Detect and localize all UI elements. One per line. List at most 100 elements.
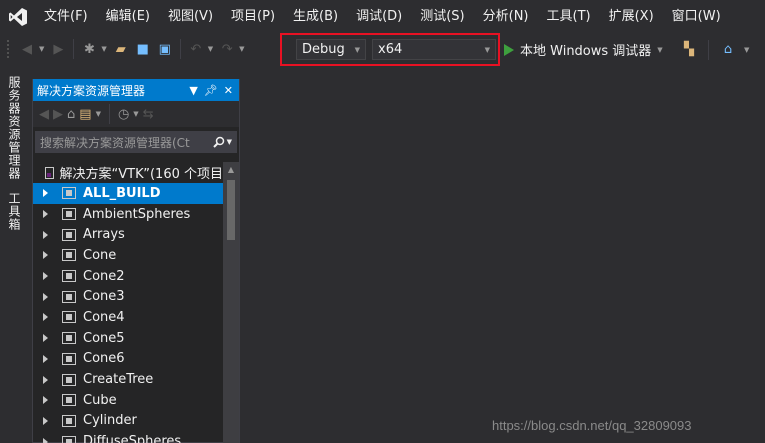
sync-with-active-document-icon[interactable]: ⇆ [143,107,154,122]
open-folder-icon[interactable]: ▰ [112,38,130,60]
menu-item[interactable]: 项目(P) [222,0,284,33]
new-project-dropdown-icon[interactable]: ▼ [101,45,106,53]
menu-item[interactable]: 窗口(W) [663,0,730,33]
tree-item[interactable]: Arrays [33,224,223,245]
cpp-project-icon [62,208,76,221]
toolbar-separator [108,104,110,124]
tree-item[interactable]: DiffuseSpheres [33,431,223,443]
search-placeholder: 搜索解决方案资源管理器(Ct [40,135,190,150]
undo-dropdown-icon[interactable]: ▼ [208,45,213,53]
tree-item-label: Cone [83,247,117,263]
expand-arrow-icon[interactable] [43,375,48,384]
menu-item[interactable]: 分析(N) [474,0,538,33]
solution-explorer-titlebar[interactable]: 解决方案资源管理器 ▼ 📌︎ ✕ [33,79,239,101]
redo-icon[interactable]: ↷ [218,38,236,60]
back-icon[interactable]: ◀ [39,107,49,122]
chevron-down-icon: ▼ [354,45,360,54]
scroll-up-icon[interactable]: ▲ [223,162,239,176]
menu-item[interactable]: 生成(B) [284,0,347,33]
expand-arrow-icon[interactable] [43,313,48,322]
menu-item[interactable]: 扩展(X) [600,0,663,33]
menu-item[interactable]: 编辑(E) [97,0,159,33]
close-icon[interactable]: ✕ [224,84,233,97]
tree-item[interactable]: CreateTree [33,369,223,390]
expand-arrow-icon[interactable] [43,189,48,198]
tree-item[interactable]: Cylinder [33,411,223,432]
solution-search-input[interactable]: 搜索解决方案资源管理器(Ct ▼ [35,131,237,153]
browser-link-icon[interactable]: ⌂ [719,39,737,61]
expand-arrow-icon[interactable] [43,210,48,219]
expand-arrow-icon[interactable] [43,251,48,260]
tree-item[interactable]: Cone6 [33,349,223,370]
tree-item[interactable]: Cone3 [33,286,223,307]
tree-item[interactable]: Cone [33,245,223,266]
cpp-project-icon [62,311,76,324]
chevron-down-icon[interactable]: ▼ [657,46,662,54]
expand-arrow-icon[interactable] [43,396,48,405]
expand-arrow-icon[interactable] [43,416,48,425]
menu-item[interactable]: 文件(F) [36,0,97,33]
configuration-select[interactable]: Debug ▼ [296,39,366,60]
panel-title: 解决方案资源管理器 [37,83,146,98]
tree-item-label: DiffuseSpheres [83,434,182,443]
window-position-icon[interactable]: ▼ [189,84,197,97]
back-dropdown-icon[interactable]: ▼ [39,45,44,53]
tree-item-label: Arrays [83,227,125,243]
home-icon[interactable]: ⌂ [67,107,75,122]
search-icon[interactable]: ▼ [212,136,232,148]
tree-item[interactable]: Cone4 [33,307,223,328]
solution-icon [45,166,54,179]
tree-item[interactable]: ALL_BUILD [33,183,223,204]
undo-icon[interactable]: ↶ [187,38,205,60]
tree-item[interactable]: Cube [33,390,223,411]
cpp-project-icon [62,394,76,407]
scrollbar-thumb[interactable] [227,180,235,240]
cpp-project-icon [62,270,76,283]
toolbar-separator [73,39,75,59]
save-icon[interactable]: ■ [134,38,152,60]
visual-studio-logo-icon [0,0,36,33]
switch-views-icon[interactable]: ▤ [79,107,91,122]
redo-dropdown-icon[interactable]: ▼ [239,45,244,53]
expand-arrow-icon[interactable] [43,334,48,343]
tree-item-label: ALL_BUILD [83,185,161,201]
expand-arrow-icon[interactable] [43,437,48,443]
toolbar-options-icon[interactable]: ▼ [744,46,749,54]
vertical-scrollbar[interactable]: ▲ [223,162,239,443]
back-icon[interactable]: ◀ [18,38,36,60]
menu-item[interactable]: 测试(S) [411,0,473,33]
solution-tree: 解决方案“VTK”(160 个项目 ALL_BUILD AmbientSphere… [33,162,223,443]
menu-item[interactable]: 视图(V) [159,0,222,33]
tree-item-label: Cone5 [83,330,125,346]
tree-item[interactable]: Cone2 [33,266,223,287]
toolbar-grip[interactable] [6,39,10,59]
tab-toolbox[interactable]: 工具箱 [6,192,23,231]
expand-arrow-icon[interactable] [43,292,48,301]
solution-root[interactable]: 解决方案“VTK”(160 个项目 [33,162,223,183]
tree-item-label: Cone2 [83,268,125,284]
new-project-icon[interactable]: ✱ [80,38,98,60]
pin-icon[interactable]: 📌︎ [204,84,218,97]
menu-item[interactable]: 调试(D) [347,0,411,33]
expand-arrow-icon[interactable] [43,272,48,281]
tree-item[interactable]: Cone5 [33,328,223,349]
tab-server-explorer[interactable]: 服务器资源管理器 [6,76,23,180]
menu-item[interactable]: 工具(T) [538,0,600,33]
watermark: https://blog.csdn.net/qq_32809093 [492,418,692,433]
switch-views-dropdown-icon[interactable]: ▼ [96,110,101,118]
cpp-project-icon [62,290,76,303]
expand-arrow-icon[interactable] [43,354,48,363]
forward-icon[interactable]: ▶ [49,38,67,60]
menu-bar: 文件(F) 编辑(E) 视图(V) 项目(P) 生成(B) 调试(D) 测试(S) 分析(N)… [0,0,765,33]
pending-changes-filter-icon[interactable]: ◷ [118,107,129,122]
start-debugging-label: 本地 Windows 调试器 [520,44,652,59]
save-all-icon[interactable]: ▣ [156,38,174,60]
configuration-value: Debug [302,42,345,57]
expand-arrow-icon[interactable] [43,230,48,239]
find-in-files-icon[interactable]: ▚ [680,39,698,61]
filter-dropdown-icon[interactable]: ▼ [133,110,138,118]
tree-item[interactable]: AmbientSpheres [33,204,223,225]
start-debugging-button[interactable]: 本地 Windows 调试器 ▼ [504,39,663,60]
platform-select[interactable]: x64 ▼ [372,39,496,60]
forward-icon[interactable]: ▶ [53,107,63,122]
